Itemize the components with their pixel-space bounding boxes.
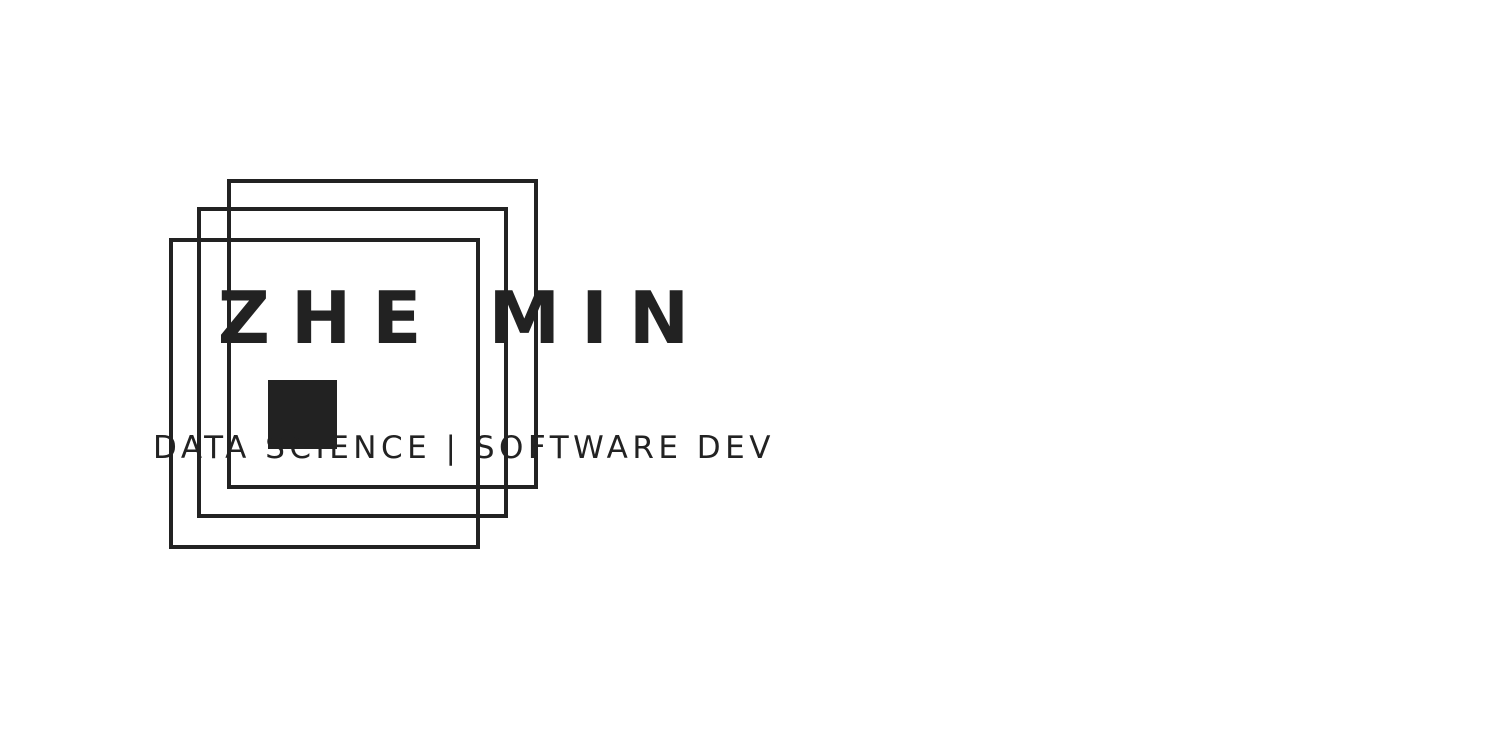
nested-squares-icon bbox=[169, 179, 538, 549]
logo-canvas: ZHE MIN DATA SCIENCE | SOFTWARE DEV bbox=[0, 0, 1500, 750]
brand-name: ZHE MIN bbox=[217, 276, 711, 360]
brand-tagline: DATA SCIENCE | SOFTWARE DEV bbox=[153, 430, 775, 466]
